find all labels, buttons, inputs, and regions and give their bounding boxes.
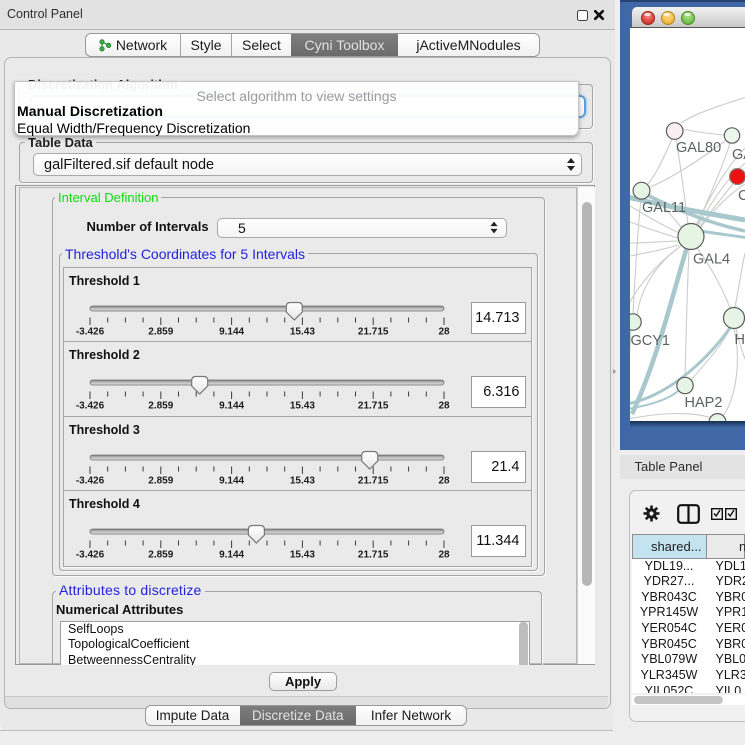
svg-text:2.859: 2.859	[148, 327, 173, 338]
svg-text:GCY1: GCY1	[631, 333, 671, 349]
svg-text:9.144: 9.144	[219, 401, 244, 412]
svg-text:GAL80: GAL80	[676, 140, 721, 156]
svg-text:H: H	[735, 332, 745, 348]
svg-text:-3.426: -3.426	[76, 550, 105, 561]
svg-text:15.43: 15.43	[290, 476, 315, 487]
svg-text:2.859: 2.859	[148, 550, 173, 561]
svg-text:GA: GA	[732, 147, 745, 163]
svg-text:GAL11: GAL11	[642, 200, 686, 216]
svg-text:28: 28	[438, 476, 450, 487]
svg-text:21.715: 21.715	[358, 401, 389, 412]
svg-text:21.715: 21.715	[358, 476, 389, 487]
svg-text:15.43: 15.43	[290, 550, 315, 561]
svg-text:9.144: 9.144	[219, 327, 244, 338]
svg-text:-3.426: -3.426	[76, 401, 105, 412]
svg-text:-3.426: -3.426	[76, 476, 105, 487]
svg-text:15.43: 15.43	[290, 327, 315, 338]
svg-text:28: 28	[438, 401, 450, 412]
svg-text:C: C	[738, 188, 745, 204]
svg-text:28: 28	[438, 550, 450, 561]
svg-text:21.715: 21.715	[358, 550, 389, 561]
svg-text:2.859: 2.859	[148, 401, 173, 412]
svg-text:2.859: 2.859	[148, 476, 173, 487]
svg-text:15.43: 15.43	[290, 401, 315, 412]
svg-text:HAP2: HAP2	[685, 395, 723, 411]
svg-text:GAL4: GAL4	[693, 252, 730, 268]
svg-text:-3.426: -3.426	[76, 327, 105, 338]
svg-text:28: 28	[438, 327, 450, 338]
svg-text:21.715: 21.715	[358, 327, 389, 338]
svg-text:9.144: 9.144	[219, 476, 244, 487]
svg-text:9.144: 9.144	[219, 550, 244, 561]
